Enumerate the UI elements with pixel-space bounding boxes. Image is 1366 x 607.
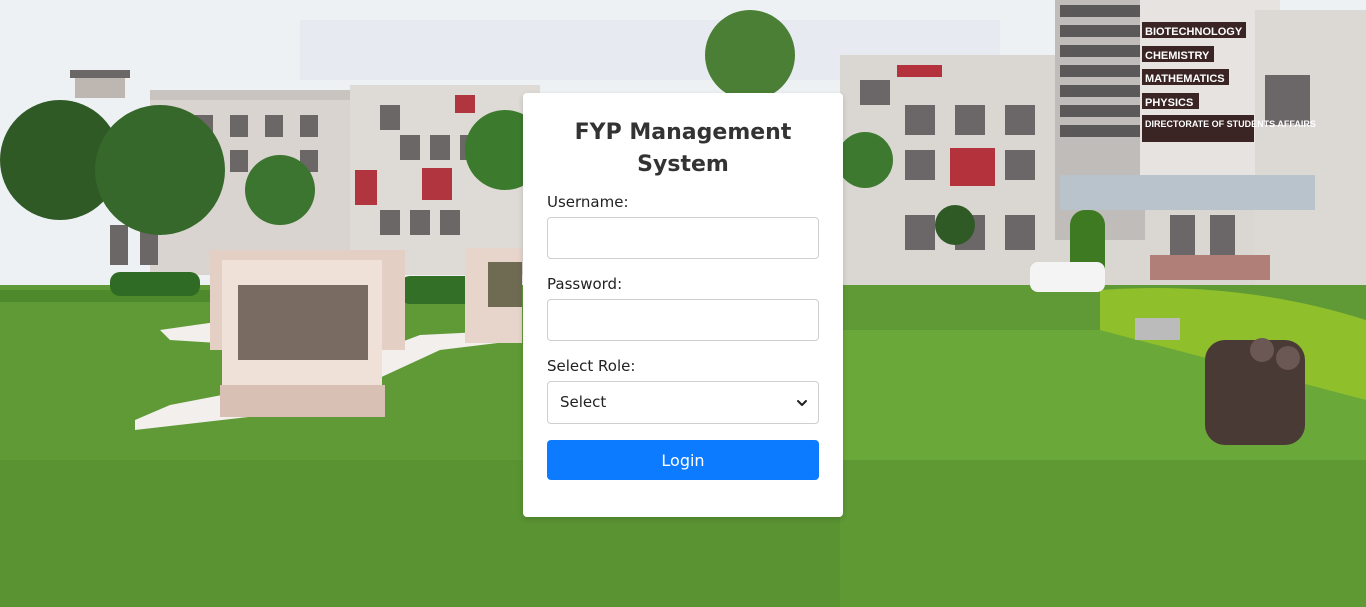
- sign-chemistry: CHEMISTRY: [1145, 50, 1210, 62]
- password-input[interactable]: [547, 299, 819, 341]
- role-select[interactable]: Select: [547, 381, 819, 424]
- sign-mathematics: MATHEMATICS: [1145, 73, 1225, 85]
- page-title: FYP Management System: [574, 120, 792, 177]
- sign-biotechnology: BIOTECHNOLOGY: [1145, 26, 1243, 38]
- username-group: Username:: [547, 193, 819, 259]
- username-label: Username:: [547, 193, 629, 211]
- password-group: Password:: [547, 275, 819, 341]
- chevron-down-icon: [797, 400, 807, 406]
- password-label: Password:: [547, 275, 623, 293]
- role-select-value: Select: [560, 393, 607, 411]
- login-card: FYP Management System Username: Password…: [523, 93, 843, 517]
- username-input[interactable]: [547, 217, 819, 259]
- role-label: Select Role:: [547, 357, 636, 375]
- login-button[interactable]: Login: [547, 440, 819, 480]
- sign-physics: PHYSICS: [1145, 97, 1193, 109]
- role-group: Select Role: Select: [547, 357, 819, 424]
- sign-directorate: DIRECTORATE OF STUDENTS AFFAIRS: [1145, 119, 1316, 129]
